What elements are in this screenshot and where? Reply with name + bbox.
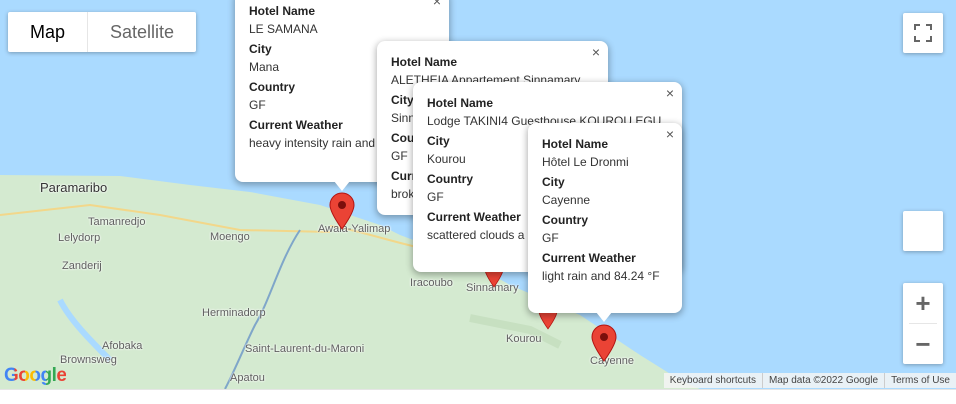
- close-icon[interactable]: ×: [666, 126, 674, 142]
- place-paramaribo: Paramaribo: [40, 180, 108, 195]
- hotel-name-label: Hotel Name: [542, 137, 609, 151]
- zoom-out-button[interactable]: −: [903, 324, 943, 364]
- place-moengo: Moengo: [210, 231, 250, 243]
- fullscreen-icon: [914, 24, 932, 42]
- hotel-name-value: LE SAMANA: [249, 22, 318, 36]
- weather-value: light rain and 84.24 °F: [542, 269, 660, 283]
- hotel-name-label: Hotel Name: [391, 55, 458, 69]
- info-window-tail: [334, 181, 350, 191]
- place-zanderij: Zanderij: [62, 260, 102, 272]
- map-data-attribution: Map data ©2022 Google: [761, 373, 884, 388]
- place-tamanredjo: Tamanredjo: [88, 216, 146, 228]
- google-logo: Google: [4, 365, 67, 386]
- weather-label: Current Weather: [542, 251, 636, 265]
- place-afobaka: Afobaka: [102, 340, 143, 352]
- terms-link[interactable]: Terms of Use: [884, 373, 956, 388]
- close-icon[interactable]: ×: [592, 44, 600, 60]
- close-icon[interactable]: ×: [433, 0, 441, 9]
- hotel-name-value: Hôtel Le Dronmi: [542, 155, 629, 169]
- place-saint-laurent: Saint-Laurent-du-Maroni: [245, 343, 365, 355]
- map-type-control: Map Satellite: [8, 12, 197, 52]
- hotel-name-label: Hotel Name: [427, 96, 494, 110]
- place-apatou: Apatou: [230, 372, 265, 384]
- zoom-in-button[interactable]: +: [903, 283, 943, 323]
- city-value: Cayenne: [542, 193, 591, 207]
- map-canvas[interactable]: Paramaribo Tamanredjo Lelydorp Zanderij …: [0, 0, 956, 389]
- info-window: × Hotel Name Hôtel Le Dronmi City Cayenn…: [528, 123, 682, 313]
- place-herminadorp: Herminadorp: [202, 307, 266, 319]
- zoom-control: + −: [903, 283, 943, 364]
- place-kourou: Kourou: [506, 333, 542, 345]
- keyboard-shortcuts-link[interactable]: Keyboard shortcuts: [664, 373, 762, 388]
- place-brownsweg: Brownsweg: [60, 354, 117, 366]
- pegman-button[interactable]: [903, 211, 943, 251]
- city-label: City: [542, 175, 565, 189]
- map-marker[interactable]: [591, 324, 617, 362]
- map-footer: Keyboard shortcuts Map data ©2022 Google…: [663, 373, 956, 388]
- map-type-satellite-button[interactable]: Satellite: [87, 12, 196, 52]
- map-type-map-button[interactable]: Map: [8, 12, 87, 52]
- country-label: Country: [542, 213, 588, 227]
- country-value: GF: [542, 231, 559, 245]
- map-marker[interactable]: [329, 192, 355, 230]
- fullscreen-button[interactable]: [903, 13, 943, 53]
- hotel-name-label: Hotel Name: [249, 4, 316, 18]
- info-window-tail: [596, 312, 612, 322]
- page-bottom-bar: [0, 389, 956, 404]
- close-icon[interactable]: ×: [666, 85, 674, 101]
- place-iracoubo: Iracoubo: [410, 277, 453, 289]
- place-lelydorp: Lelydorp: [58, 232, 101, 244]
